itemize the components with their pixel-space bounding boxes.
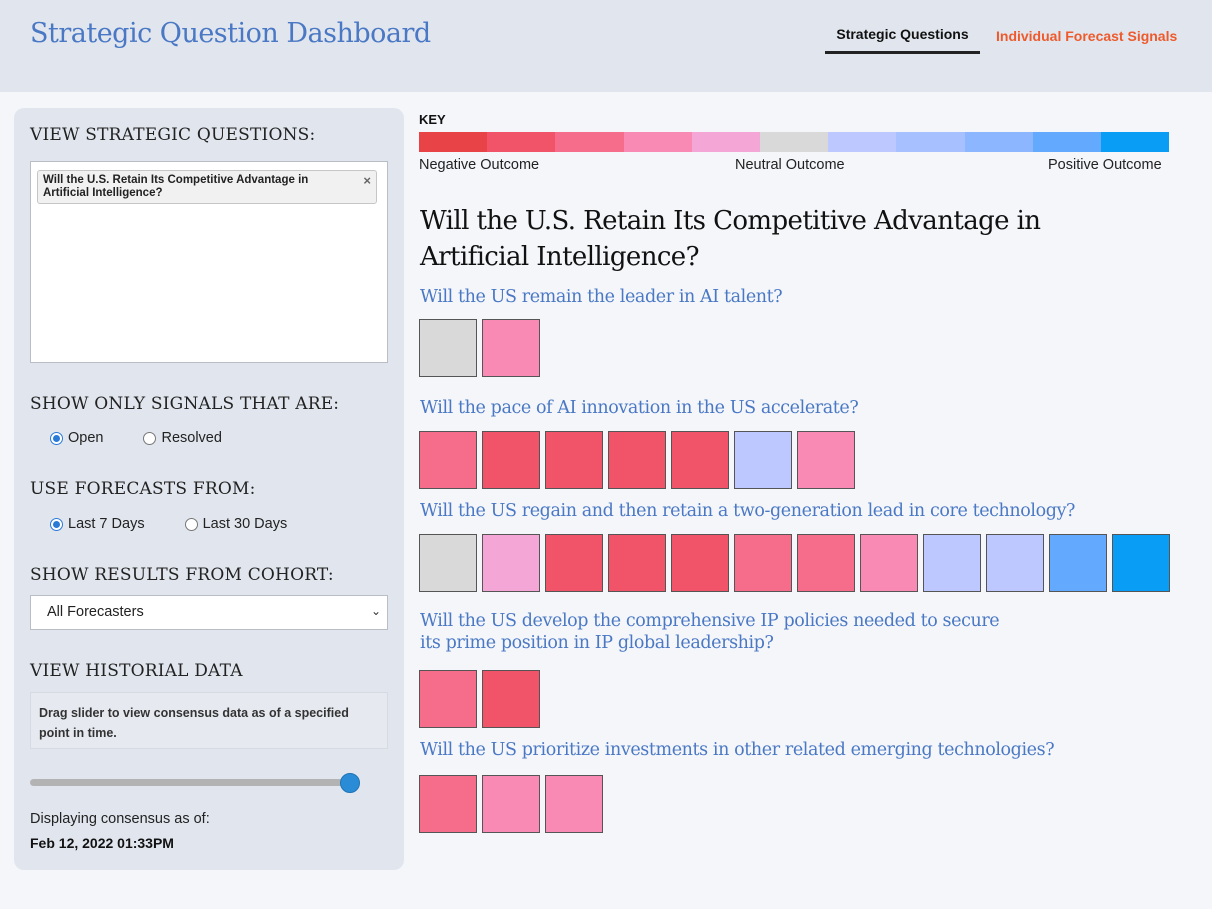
- signal-box[interactable]: [734, 534, 792, 592]
- radio-last-7-days-indicator[interactable]: [50, 517, 63, 531]
- signal-box[interactable]: [419, 534, 477, 592]
- signal-box[interactable]: [608, 534, 666, 592]
- tab-individual-forecast-signals[interactable]: Individual Forecast Signals: [996, 26, 1177, 44]
- key-segment: [555, 132, 624, 152]
- signals-status-group: Open Resolved: [50, 430, 262, 446]
- radio-open-indicator[interactable]: [50, 431, 63, 445]
- historical-hint: Drag slider to view consensus data as of…: [30, 692, 388, 749]
- signals-status-title: SHOW ONLY SIGNALS THAT ARE:: [30, 394, 340, 414]
- radio-last-30-days-indicator[interactable]: [184, 517, 198, 531]
- app-title: Strategic Question Dashboard: [30, 18, 431, 49]
- signal-box[interactable]: [482, 534, 540, 592]
- history-slider-thumb[interactable]: [340, 773, 360, 793]
- signal-box[interactable]: [545, 775, 603, 833]
- signal-box[interactable]: [1112, 534, 1170, 592]
- key-segment: [828, 132, 897, 152]
- radio-resolved-indicator[interactable]: [143, 431, 157, 445]
- signal-box[interactable]: [419, 431, 477, 489]
- signal-box[interactable]: [986, 534, 1044, 592]
- key-neutral-label: Neutral Outcome: [735, 157, 845, 173]
- view-questions-title: VIEW STRATEGIC QUESTIONS:: [30, 125, 316, 145]
- key-segment: [419, 132, 488, 152]
- signal-box[interactable]: [419, 319, 477, 377]
- radio-resolved[interactable]: Resolved: [143, 430, 222, 446]
- signal-box[interactable]: [419, 775, 477, 833]
- signal-box[interactable]: [671, 431, 729, 489]
- cohort-select-value: All Forecasters: [47, 604, 144, 620]
- signal-row-3: [419, 534, 1170, 592]
- sub-question-5[interactable]: Will the US prioritize investments in ot…: [420, 739, 1055, 761]
- radio-last-30-days[interactable]: Last 30 Days: [184, 516, 288, 532]
- signal-row-4: [419, 670, 540, 728]
- signal-box[interactable]: [482, 319, 540, 377]
- forecast-window-group: Last 7 Days Last 30 Days: [50, 516, 327, 532]
- signal-box[interactable]: [797, 534, 855, 592]
- history-slider-track[interactable]: [30, 779, 350, 786]
- sub-question-4[interactable]: Will the US develop the comprehensive IP…: [420, 610, 1020, 654]
- radio-last-30-days-label: Last 30 Days: [202, 516, 288, 532]
- signal-box[interactable]: [734, 431, 792, 489]
- cohort-select[interactable]: All Forecasters ⌄: [30, 595, 388, 630]
- cohort-title: SHOW RESULTS FROM COHORT:: [30, 565, 334, 585]
- signal-box[interactable]: [860, 534, 918, 592]
- radio-last-7-days-label: Last 7 Days: [68, 516, 145, 532]
- strategic-question-title: Will the U.S. Retain Its Competitive Adv…: [420, 206, 1041, 272]
- historical-data-title: VIEW HISTORIAL DATA: [30, 661, 243, 681]
- radio-open-label: Open: [68, 430, 104, 446]
- chevron-down-icon: ⌄: [370, 604, 381, 618]
- radio-resolved-label: Resolved: [161, 430, 222, 446]
- key-segment: [1032, 132, 1101, 152]
- selected-question-chip: Will the U.S. Retain Its Competitive Adv…: [37, 170, 377, 204]
- signal-box[interactable]: [797, 431, 855, 489]
- key-segment: [487, 132, 556, 152]
- signal-box[interactable]: [923, 534, 981, 592]
- signal-row-1: [419, 319, 540, 377]
- sub-question-2[interactable]: Will the pace of AI innovation in the US…: [420, 397, 859, 419]
- signal-box[interactable]: [482, 775, 540, 833]
- key-segment: [623, 132, 692, 152]
- radio-last-7-days[interactable]: Last 7 Days: [50, 516, 145, 532]
- key-segment: [964, 132, 1033, 152]
- color-key-bar: [419, 132, 1170, 152]
- key-label: KEY: [419, 112, 446, 127]
- tab-strategic-questions[interactable]: Strategic Questions: [825, 26, 980, 54]
- consensus-label: Displaying consensus as of:: [30, 811, 210, 827]
- signal-box[interactable]: [482, 670, 540, 728]
- key-positive-label: Positive Outcome: [1048, 157, 1162, 173]
- key-negative-label: Negative Outcome: [419, 157, 540, 173]
- sub-question-3[interactable]: Will the US regain and then retain a two…: [420, 500, 1075, 522]
- signal-box[interactable]: [545, 534, 603, 592]
- sub-question-1[interactable]: Will the US remain the leader in AI tale…: [420, 286, 783, 308]
- radio-open[interactable]: Open: [50, 430, 103, 446]
- question-multiselect[interactable]: Will the U.S. Retain Its Competitive Adv…: [30, 161, 388, 363]
- key-segment: [896, 132, 965, 152]
- signal-box[interactable]: [671, 534, 729, 592]
- signal-row-2: [419, 431, 855, 489]
- consensus-date: Feb 12, 2022 01:33PM: [30, 835, 174, 851]
- key-segment: [1100, 132, 1170, 152]
- signal-box[interactable]: [482, 431, 540, 489]
- close-icon[interactable]: ×: [363, 174, 371, 187]
- key-segment: [759, 132, 829, 152]
- forecast-window-title: USE FORECASTS FROM:: [30, 479, 256, 499]
- signal-box[interactable]: [608, 431, 666, 489]
- filter-sidebar: VIEW STRATEGIC QUESTIONS: Will the U.S. …: [14, 108, 404, 870]
- signal-box[interactable]: [419, 670, 477, 728]
- signal-row-5: [419, 775, 603, 833]
- selected-question-label: Will the U.S. Retain Its Competitive Adv…: [43, 174, 309, 199]
- signal-box[interactable]: [1049, 534, 1107, 592]
- key-segment: [691, 132, 760, 152]
- app-header: Strategic Question Dashboard Strategic Q…: [0, 0, 1212, 92]
- signal-box[interactable]: [545, 431, 603, 489]
